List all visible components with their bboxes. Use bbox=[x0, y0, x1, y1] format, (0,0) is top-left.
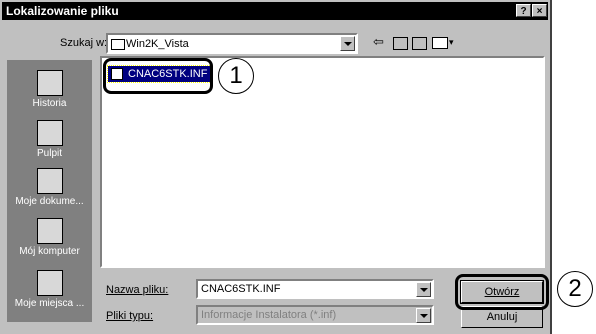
places-bar: Historia Pulpit Moje dokume... Mój kompu… bbox=[7, 60, 92, 322]
place-network[interactable]: Moje miejsca ... bbox=[7, 270, 92, 309]
callout-highlight-file bbox=[103, 58, 213, 94]
place-my-documents[interactable]: Moje dokume... bbox=[7, 168, 92, 207]
view-menu-icon[interactable] bbox=[432, 37, 448, 49]
my-computer-icon bbox=[36, 218, 63, 244]
network-places-icon bbox=[36, 270, 63, 296]
place-label: Mój komputer bbox=[19, 246, 80, 257]
place-label: Moje dokume... bbox=[15, 196, 84, 207]
callout-number-1: 1 bbox=[218, 58, 254, 94]
filetype-label: Pliki typu: bbox=[106, 310, 154, 322]
callout-number-2: 2 bbox=[557, 271, 593, 307]
filename-value: CNAC6STK.INF bbox=[201, 283, 281, 295]
help-button[interactable]: ? bbox=[516, 4, 531, 17]
filetype-value: Informacje Instalatora (*.inf) bbox=[201, 309, 337, 321]
filename-dropdown-button[interactable] bbox=[416, 282, 431, 297]
place-label: Historia bbox=[32, 98, 67, 109]
place-label: Moje miejsca ... bbox=[14, 298, 85, 309]
up-folder-icon[interactable] bbox=[393, 37, 408, 50]
desktop-icon bbox=[36, 120, 63, 146]
history-icon bbox=[36, 70, 63, 96]
filename-label: Nazwa pliku: bbox=[106, 284, 169, 296]
place-history[interactable]: Historia bbox=[7, 70, 92, 109]
look-in-combo[interactable]: Win2K_Vista bbox=[106, 33, 358, 54]
filetype-dropdown-button[interactable] bbox=[416, 308, 431, 323]
view-dropdown-icon[interactable]: ▾ bbox=[449, 35, 454, 49]
place-desktop[interactable]: Pulpit bbox=[7, 120, 92, 159]
look-in-label: Szukaj w: bbox=[60, 37, 108, 49]
folder-icon bbox=[111, 39, 125, 50]
callout-highlight-open bbox=[455, 274, 549, 310]
title-bar: Lokalizowanie pliku ? × bbox=[2, 2, 548, 20]
look-in-value: Win2K_Vista bbox=[126, 38, 189, 50]
dialog-title: Lokalizowanie pliku bbox=[6, 4, 119, 18]
look-in-dropdown-button[interactable] bbox=[340, 36, 355, 51]
filetype-select[interactable]: Informacje Instalatora (*.inf) bbox=[196, 305, 434, 325]
new-folder-icon[interactable] bbox=[412, 37, 427, 50]
filename-input[interactable]: CNAC6STK.INF bbox=[196, 279, 434, 299]
my-documents-icon bbox=[36, 168, 63, 194]
back-icon[interactable]: ⇦ bbox=[373, 35, 384, 49]
close-button[interactable]: × bbox=[532, 4, 547, 17]
place-my-computer[interactable]: Mój komputer bbox=[7, 218, 92, 257]
place-label: Pulpit bbox=[36, 148, 62, 159]
